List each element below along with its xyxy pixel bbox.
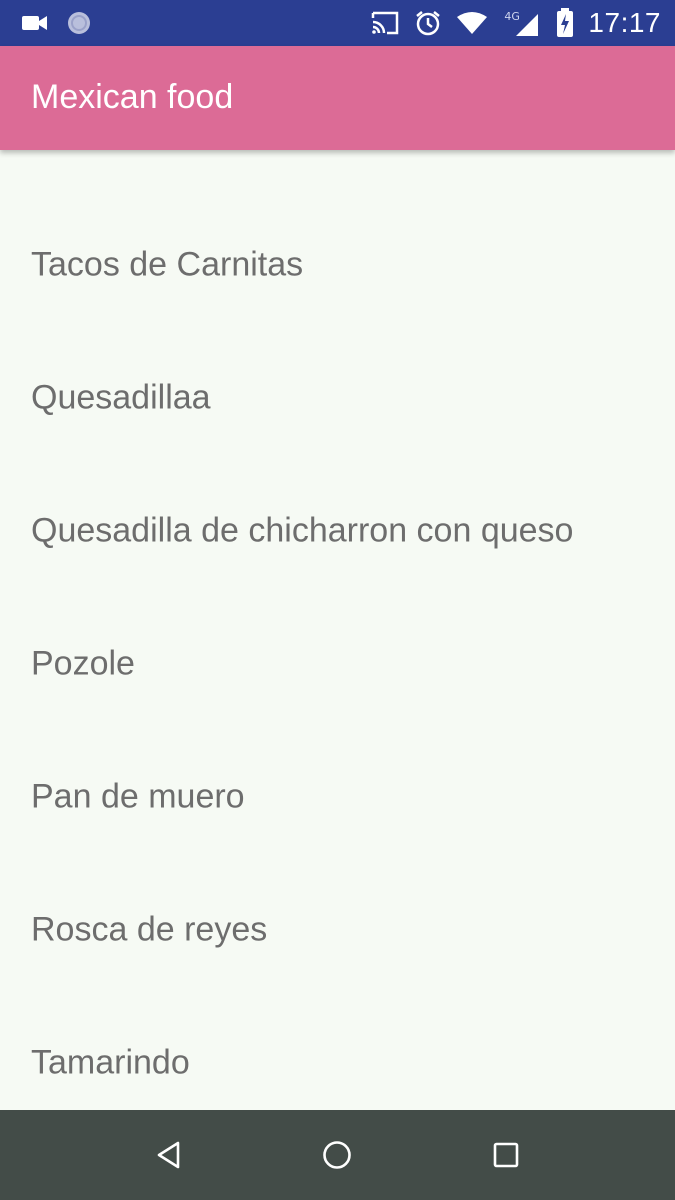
- list-item-label: Quesadillaa: [31, 378, 211, 416]
- list-item[interactable]: Pan de muero: [0, 730, 675, 863]
- video-camera-icon: [22, 14, 48, 32]
- food-list[interactable]: Tacos de Carnitas Quesadillaa Quesadilla…: [0, 150, 675, 1110]
- list-item-label: Quesadilla de chicharron con queso: [31, 511, 574, 549]
- home-button[interactable]: [317, 1135, 357, 1175]
- status-bar: 4G 17:17: [0, 0, 675, 46]
- list-item-label: Pozole: [31, 644, 135, 682]
- back-button[interactable]: [149, 1135, 189, 1175]
- list-item[interactable]: Tamarindo: [0, 996, 675, 1110]
- list-item[interactable]: Quesadillaa: [0, 331, 675, 464]
- back-icon: [157, 1141, 180, 1169]
- list-item-label: Pan de muero: [31, 777, 245, 815]
- signal-icon: 4G: [502, 8, 542, 38]
- recents-icon: [493, 1142, 519, 1168]
- list-item[interactable]: Pozole: [0, 597, 675, 730]
- screen: 4G 17:17 Mexican food Tacos de Carnitas: [0, 0, 675, 1200]
- recents-button[interactable]: [486, 1135, 526, 1175]
- list-item-label: Tacos de Carnitas: [31, 245, 304, 283]
- navigation-bar: [0, 1110, 675, 1200]
- list-item-label: Tamarindo: [31, 1043, 190, 1081]
- status-time: 17:17: [588, 7, 661, 38]
- cast-icon: [370, 10, 400, 36]
- app-bar: Mexican food: [0, 46, 675, 150]
- alarm-icon: [414, 9, 442, 37]
- circle-notification-icon: [66, 10, 92, 36]
- home-icon: [323, 1141, 351, 1169]
- list-item[interactable]: Tacos de Carnitas: [0, 198, 675, 331]
- app-title: Mexican food: [31, 78, 234, 116]
- list-item[interactable]: Quesadilla de chicharron con queso: [0, 464, 675, 597]
- wifi-icon: [456, 11, 488, 35]
- list-item-label: Rosca de reyes: [31, 910, 268, 948]
- list-item[interactable]: Rosca de reyes: [0, 863, 675, 996]
- battery-charging-icon: [556, 8, 574, 38]
